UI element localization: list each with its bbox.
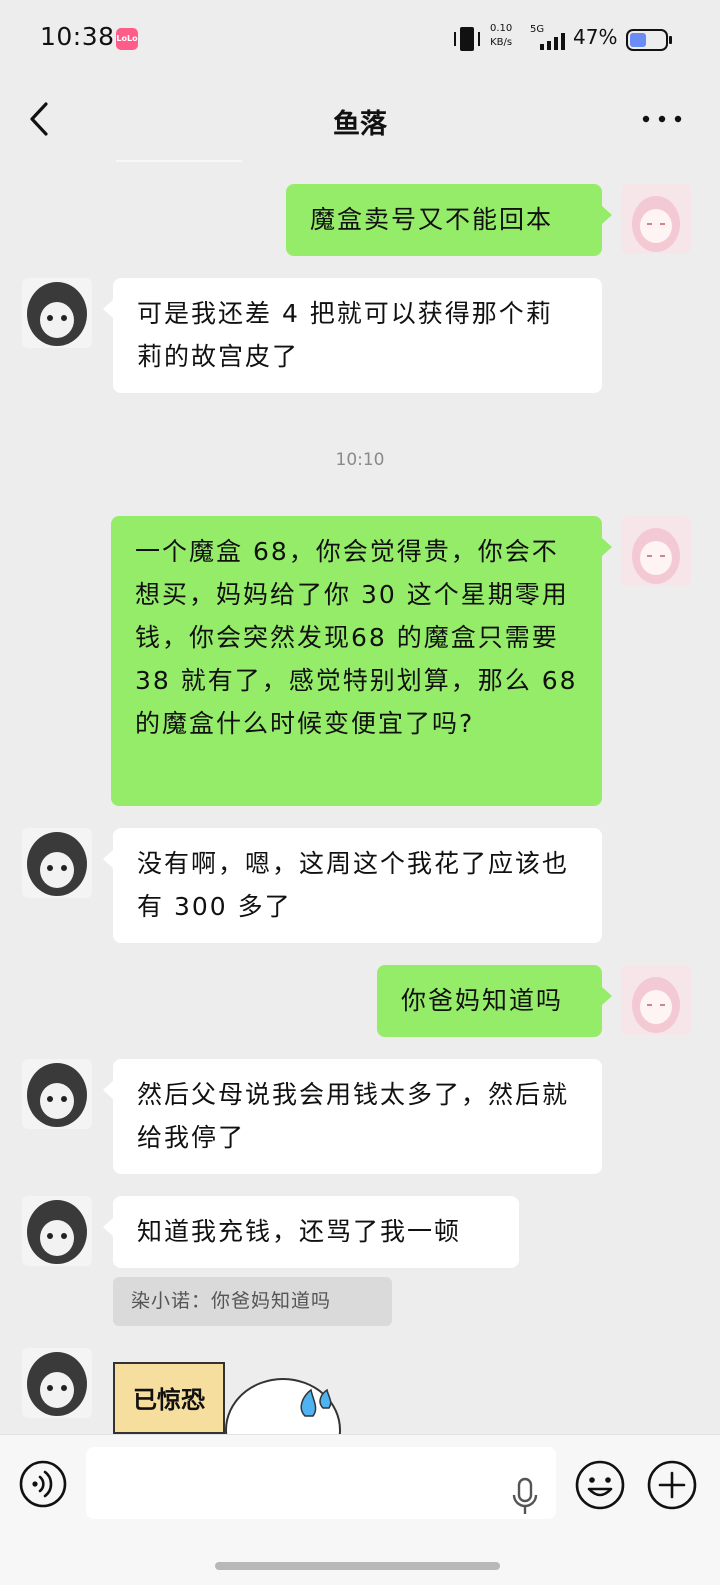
message-input[interactable]: [86, 1447, 556, 1519]
message-bubble-incoming[interactable]: 知道我充钱，还骂了我一顿: [103, 1196, 519, 1268]
message-bubble-outgoing[interactable]: 一个魔盒 68，你会觉得贵，你会不想买，妈妈给了你 30 这个星期零用钱，你会突…: [111, 516, 612, 806]
status-time: 10:38: [40, 22, 115, 51]
friend-avatar[interactable]: [22, 278, 92, 348]
message-bubble-incoming[interactable]: 可是我还差 4 把就可以获得那个莉莉的故宫皮了: [103, 278, 602, 393]
avatar-image-icon: [27, 1200, 87, 1264]
message-bubble-incoming[interactable]: 没有啊，嗯，这周这个我花了应该也有 300 多了: [103, 828, 602, 943]
quoted-reply[interactable]: 染小诺：你爸妈知道吗: [113, 1277, 392, 1326]
avatar-image-icon: [632, 528, 680, 584]
app-badge-icon: LoLo: [116, 28, 138, 50]
plus-icon[interactable]: [646, 1459, 698, 1511]
my-avatar[interactable]: [621, 965, 691, 1035]
message-bubble-outgoing[interactable]: 魔盒卖号又不能回本: [286, 184, 612, 256]
avatar-image-icon: [27, 1352, 87, 1416]
avatar-image-icon: [632, 977, 680, 1033]
message-timestamp: 10:10: [335, 450, 385, 470]
battery-icon: [626, 29, 672, 51]
sweat-drop-icon: [300, 1388, 332, 1417]
network-speed: 0.10 KB/s: [490, 22, 512, 50]
emoji-icon[interactable]: [574, 1459, 626, 1511]
network-speed-unit: KB/s: [490, 37, 513, 48]
voice-icon[interactable]: [18, 1459, 68, 1509]
status-bar: 10:38 LoLo 0.10 KB/s 5G 47%: [0, 0, 720, 76]
avatar-image-icon: [632, 196, 680, 252]
friend-avatar[interactable]: [22, 1348, 92, 1418]
battery-percent: 47%: [573, 25, 618, 49]
message-bubble-outgoing[interactable]: 你爸妈知道吗: [377, 965, 612, 1037]
avatar-image-icon: [27, 1063, 87, 1127]
scroll-fade-line: [116, 160, 242, 162]
friend-avatar[interactable]: [22, 1196, 92, 1266]
more-dots-icon[interactable]: [640, 104, 684, 134]
my-avatar[interactable]: [621, 184, 691, 254]
friend-avatar[interactable]: [22, 1059, 92, 1129]
sticker-label: 已惊恐: [113, 1362, 225, 1434]
vibrate-icon: [454, 27, 480, 51]
signal-icon: [540, 33, 565, 50]
friend-avatar[interactable]: [22, 828, 92, 898]
sticker-message[interactable]: 已惊恐: [113, 1362, 353, 1434]
avatar-image-icon: [27, 282, 87, 346]
my-avatar[interactable]: [621, 516, 691, 586]
home-indicator[interactable]: [215, 1562, 500, 1570]
mic-icon[interactable]: [510, 1477, 540, 1517]
chat-title: 鱼落: [333, 109, 387, 140]
chat-header: 鱼落: [0, 76, 720, 162]
avatar-image-icon: [27, 832, 87, 896]
message-bubble-incoming[interactable]: 然后父母说我会用钱太多了，然后就给我停了: [103, 1059, 602, 1174]
network-speed-value: 0.10: [490, 23, 513, 34]
